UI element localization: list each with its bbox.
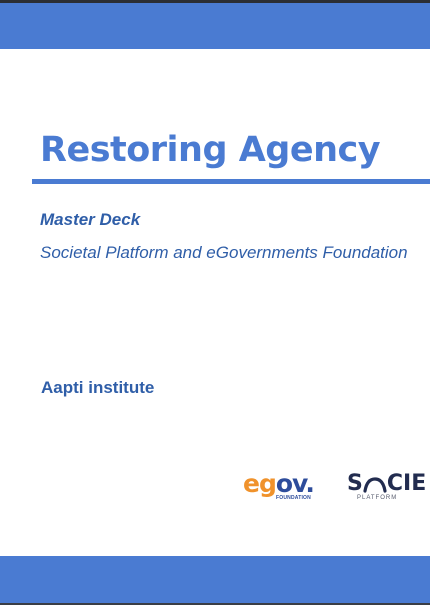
egov-letter-g: g — [258, 469, 277, 498]
slide-canvas: Restoring Agency Master Deck Societal Pl… — [0, 3, 430, 603]
egov-dot: . — [305, 469, 314, 498]
societal-letters-rest: CIE — [386, 471, 427, 496]
slide-footer-band — [0, 556, 430, 603]
title-underline — [32, 179, 430, 184]
societal-subtext: PLATFORM — [357, 495, 398, 501]
societal-arc-icon — [363, 477, 387, 493]
organizations-line: Societal Platform and eGovernments Found… — [40, 243, 408, 262]
egov-foundation-logo: egov. FOUNDATION — [243, 469, 325, 503]
societal-letter-s: S — [347, 471, 363, 496]
egov-letters-ov: ov — [275, 469, 306, 498]
egov-letter-e: e — [243, 469, 260, 498]
societal-platform-logo: S CIE PLATFORM — [347, 471, 430, 505]
slide-header-band — [0, 3, 430, 49]
egov-subtext: FOUNDATION — [276, 495, 311, 501]
author-name: Aapti institute — [41, 378, 155, 397]
slide-subtitle: Master Deck — [40, 210, 141, 229]
slide-title: Restoring Agency — [40, 130, 381, 170]
societal-wordmark: S CIE — [347, 471, 426, 497]
